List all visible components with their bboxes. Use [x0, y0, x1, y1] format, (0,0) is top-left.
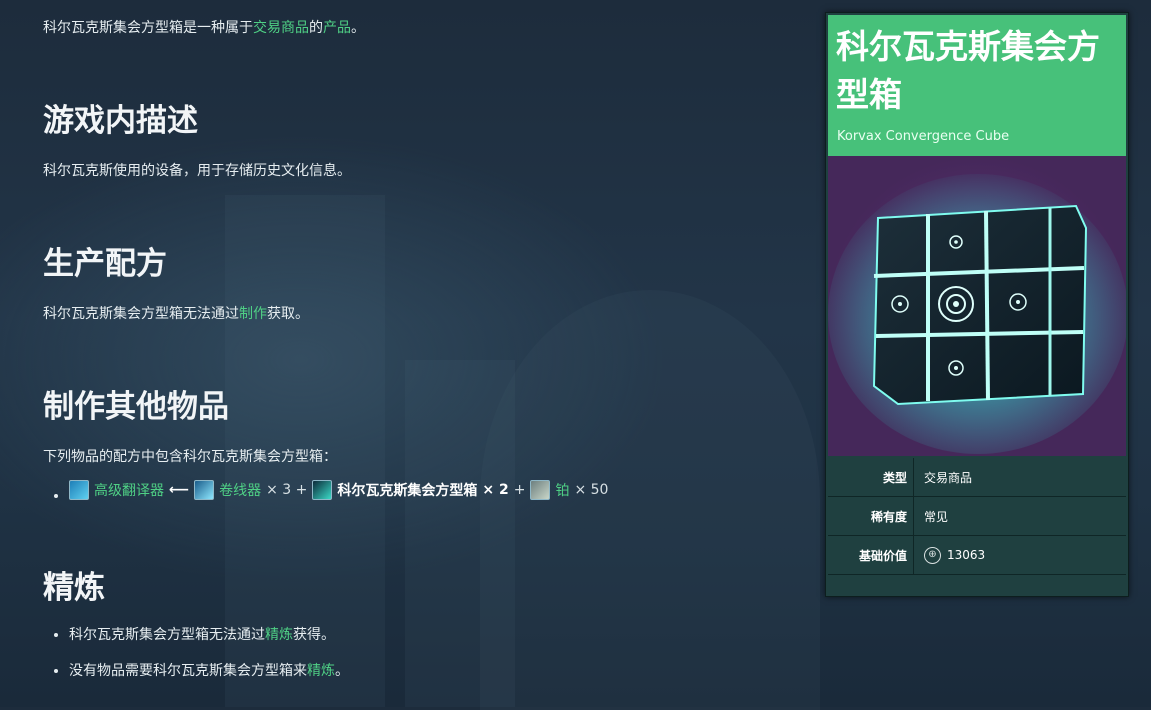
platinum-link[interactable]: 铂 — [555, 480, 569, 500]
infobox-title: 科尔瓦克斯集会方型箱 — [836, 27, 1100, 114]
wiring-loom-link[interactable]: 卷线器 — [219, 480, 261, 500]
production-prefix: 科尔瓦克斯集会方型箱无法通过 — [43, 306, 239, 322]
rarity-value-text: 常见 — [924, 509, 949, 524]
refining-link[interactable]: 精炼 — [307, 663, 335, 679]
production-heading: 生产配方 — [43, 246, 167, 282]
advanced-translator-icon[interactable] — [69, 480, 89, 500]
refining-list: 科尔瓦克斯集会方型箱无法通过精炼获得。 没有物品需要科尔瓦克斯集会方型箱来精炼。 — [43, 624, 349, 694]
product-link[interactable]: 产品 — [323, 20, 351, 36]
base-value-label: 基础价值 — [828, 536, 914, 574]
refining-item2-suffix: 。 — [335, 663, 349, 679]
trade-goods-link[interactable]: 交易商品 — [253, 20, 309, 36]
base-value-text: 13063 — [947, 548, 986, 562]
list-item: 没有物品需要科尔瓦克斯集会方型箱来精炼。 — [69, 660, 349, 680]
infobox-row-rarity: 稀有度 常见 — [828, 497, 1126, 536]
convergence-cube-image — [828, 174, 1126, 454]
intro-text: 科尔瓦克斯集会方型箱是一种属于交易商品的产品。 — [43, 17, 365, 37]
platinum-icon[interactable] — [530, 480, 551, 500]
refining-item1-prefix: 科尔瓦克斯集会方型箱无法通过 — [69, 627, 265, 643]
recipe-list: 高级翻译器 ⟵ 卷线器 × 3 + 科尔瓦克斯集会方型箱 × 2 + 铂 × 5… — [43, 480, 608, 514]
intro-middle: 的 — [309, 20, 323, 36]
quantity-1: × 3 + — [266, 482, 308, 498]
type-value-text: 交易商品 — [924, 470, 973, 485]
refining-item1-suffix: 获得。 — [293, 627, 335, 643]
quantity-3: × 50 — [574, 482, 609, 498]
infobox-row-type: 类型 交易商品 — [828, 458, 1126, 497]
refining-heading: 精炼 — [43, 570, 105, 606]
rarity-label: 稀有度 — [828, 497, 914, 535]
base-value: ⊕ 13063 — [914, 546, 986, 564]
units-icon: ⊕ — [924, 546, 941, 564]
item-image — [828, 156, 1126, 456]
production-suffix: 获取。 — [267, 306, 309, 322]
recipe-line: 高级翻译器 ⟵ 卷线器 × 3 + 科尔瓦克斯集会方型箱 × 2 + 铂 × 5… — [69, 480, 608, 500]
type-label: 类型 — [828, 458, 914, 496]
rarity-value: 常见 — [914, 508, 948, 525]
crafting-heading: 制作其他物品 — [43, 389, 229, 425]
arrow-left-icon: ⟵ — [169, 482, 190, 498]
infobox-row-value: 基础价值 ⊕ 13063 — [828, 536, 1126, 575]
infobox: 科尔瓦克斯集会方型箱 Korvax Convergence Cube 类型 交易… — [825, 12, 1129, 597]
intro-suffix: 。 — [351, 20, 365, 36]
convergence-cube-name: 科尔瓦克斯集会方型箱 — [337, 483, 478, 499]
description-heading: 游戏内描述 — [43, 103, 198, 139]
infobox-header: 科尔瓦克斯集会方型箱 Korvax Convergence Cube — [828, 15, 1126, 156]
description-text: 科尔瓦克斯使用的设备，用于存储历史文化信息。 — [43, 163, 351, 179]
infobox-subtitle: Korvax Convergence Cube — [837, 129, 1010, 144]
type-value: 交易商品 — [914, 469, 972, 486]
quantity-2: × 2 — [482, 482, 509, 498]
crafting-link[interactable]: 制作 — [239, 306, 267, 322]
production-text: 科尔瓦克斯集会方型箱无法通过制作获取。 — [43, 303, 309, 323]
refining-link[interactable]: 精炼 — [265, 627, 293, 643]
plus-sign: + — [513, 482, 526, 498]
convergence-cube-icon — [312, 480, 333, 500]
intro-prefix: 科尔瓦克斯集会方型箱是一种属于 — [43, 20, 253, 36]
crafting-intro: 下列物品的配方中包含科尔瓦克斯集会方型箱： — [43, 449, 337, 465]
list-item: 高级翻译器 ⟵ 卷线器 × 3 + 科尔瓦克斯集会方型箱 × 2 + 铂 × 5… — [69, 480, 608, 500]
advanced-translator-link[interactable]: 高级翻译器 — [94, 480, 164, 500]
wiring-loom-icon[interactable] — [194, 480, 215, 500]
list-item: 科尔瓦克斯集会方型箱无法通过精炼获得。 — [69, 624, 349, 644]
refining-item2-prefix: 没有物品需要科尔瓦克斯集会方型箱来 — [69, 663, 307, 679]
